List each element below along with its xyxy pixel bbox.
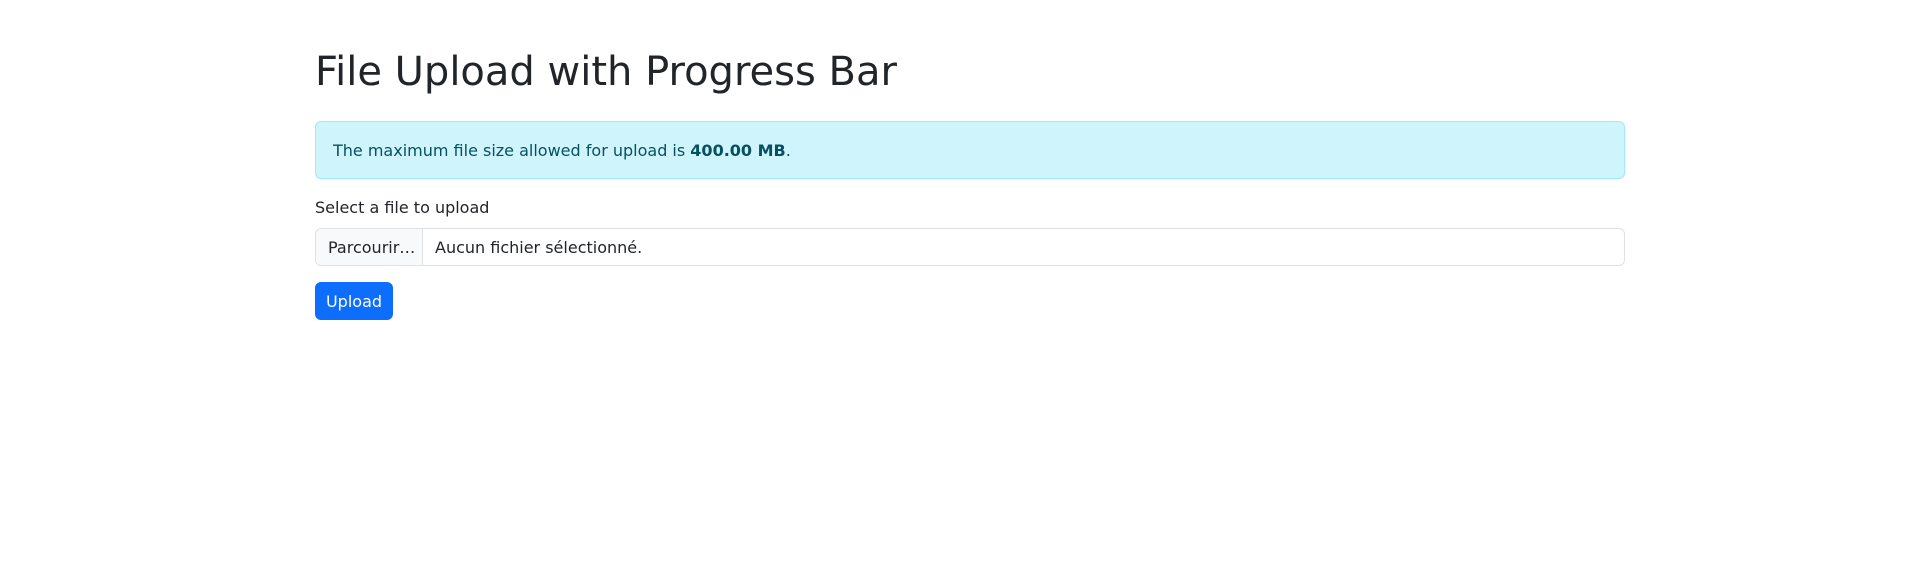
file-input-label: Select a file to upload bbox=[315, 198, 490, 217]
browse-button[interactable]: Parcourir… bbox=[316, 229, 423, 265]
alert-text-end: . bbox=[785, 140, 791, 160]
file-status-text: Aucun fichier sélectionné. bbox=[435, 237, 643, 257]
max-file-size-alert: The maximum file size allowed for upload… bbox=[315, 121, 1625, 179]
alert-text: The maximum file size allowed for upload… bbox=[333, 140, 691, 160]
page-title: File Upload with Progress Bar bbox=[315, 49, 897, 95]
max-file-size-value: 400.00 MB bbox=[690, 140, 786, 160]
upload-button[interactable]: Upload bbox=[315, 282, 393, 320]
file-input[interactable]: Parcourir… Aucun fichier sélectionné. bbox=[315, 228, 1625, 266]
